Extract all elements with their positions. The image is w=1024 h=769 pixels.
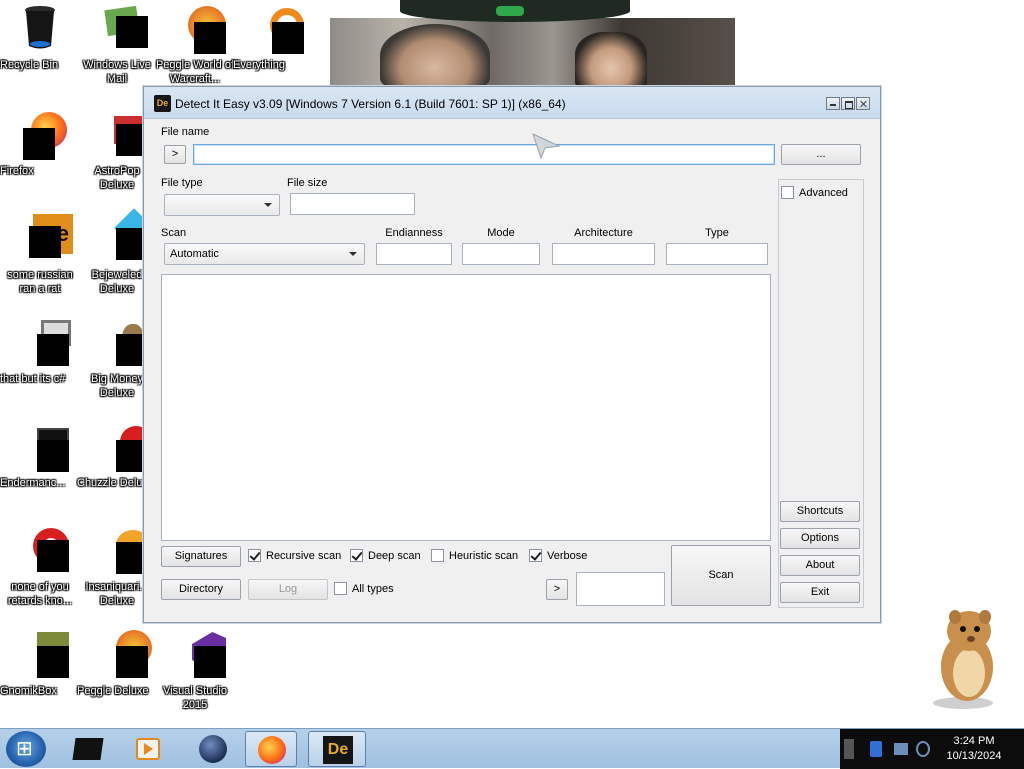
verbose-checkbox[interactable]: Verbose [529, 549, 587, 562]
file-size-field[interactable] [290, 193, 415, 215]
close-button[interactable] [856, 97, 870, 110]
chevron-down-icon [264, 203, 272, 207]
endianness-label: Endianness [385, 227, 443, 239]
mail-icon [100, 5, 148, 48]
cursor-icon [532, 133, 561, 160]
desktop-icon-gnomikbox[interactable]: GnomikBox [0, 630, 80, 697]
taskbar: De 3:24 PM 10/13/2024 [0, 728, 1024, 769]
architecture-label: Architecture [574, 227, 633, 239]
app-logo-icon: De [154, 95, 171, 112]
desktop-icon-visual-studio[interactable]: Visual Studio 2015 [155, 630, 235, 711]
taskbar-firefox-icon[interactable] [245, 731, 297, 767]
detect-it-easy-window[interactable]: De Detect It Easy v3.09 [Windows 7 Versi… [143, 86, 881, 623]
clock-time: 3:24 PM [953, 735, 995, 747]
volume-icon[interactable] [916, 741, 930, 757]
minimize-button[interactable] [826, 97, 840, 110]
log-button[interactable]: Log [248, 579, 328, 600]
architecture-field[interactable] [552, 243, 655, 265]
scan-button[interactable]: Scan [671, 545, 771, 606]
bejeweled-icon [100, 208, 154, 260]
desktop-icon-windows-live-mail[interactable]: Windows Live Mail [77, 5, 157, 85]
desktop-icon-peggle-wow[interactable]: Peggle World of Warcraft... [155, 6, 235, 85]
scan-label: Scan [161, 227, 187, 239]
desktop-icon-endermanch[interactable]: Endermanc... [0, 424, 80, 489]
taskbar-media-player-icon[interactable] [122, 731, 174, 767]
network-icon[interactable] [894, 743, 908, 755]
desktop-icon-russian-rat[interactable]: e some russian ran a rat [0, 214, 80, 295]
deep-scan-checkbox[interactable]: Deep scan [350, 549, 421, 562]
file-size-label: File size [287, 177, 328, 189]
results-area[interactable] [161, 274, 771, 541]
gnomikbox-icon [23, 630, 69, 678]
recursive-scan-checkbox[interactable]: Recursive scan [248, 549, 341, 562]
red-circle-icon [23, 528, 69, 572]
window-client: File name > ... File type File size Adva… [144, 119, 880, 622]
maximize-button[interactable] [841, 97, 855, 110]
options-button[interactable]: Options [780, 528, 860, 549]
desktop-icon-everything[interactable]: Everything [233, 6, 313, 71]
type-field[interactable] [666, 243, 768, 265]
about-button[interactable]: About [780, 555, 860, 576]
file-type-label: File type [161, 177, 203, 189]
wallpaper-face [575, 32, 647, 88]
fish-icon [100, 528, 150, 574]
hamster-mascot-icon [925, 605, 1005, 710]
start-button[interactable] [6, 731, 46, 767]
file-name-input[interactable] [193, 144, 775, 165]
astropop-icon [100, 112, 148, 156]
arrow-button[interactable]: > [546, 579, 568, 600]
visual-studio-icon [178, 630, 226, 678]
browse-button[interactable]: ... [781, 144, 861, 165]
peggle-icon [178, 6, 226, 54]
advanced-checkbox[interactable]: Advanced [781, 186, 848, 199]
desktop-icon-recycle-bin[interactable]: Recycle Bin [0, 6, 80, 71]
desktop-icon-none-of-you[interactable]: none of you retards kno... [0, 528, 80, 607]
shortcut-icon [23, 318, 71, 366]
endianness-field[interactable] [376, 243, 452, 265]
desktop-icon-that-but-csharp[interactable]: that but its c# [0, 318, 80, 385]
chevron-down-icon [349, 252, 357, 256]
heuristic-scan-checkbox[interactable]: Heuristic scan [431, 549, 518, 562]
exit-button[interactable]: Exit [780, 582, 860, 603]
desktop-icon-firefox[interactable]: Firefox [0, 112, 80, 177]
wallpaper-photo [330, 18, 735, 88]
firefox-icon [23, 112, 67, 160]
directory-button[interactable]: Directory [161, 579, 241, 600]
bluetooth-icon[interactable] [870, 741, 882, 757]
clock[interactable]: 3:24 PM 10/13/2024 [935, 734, 1013, 764]
file-name-label: File name [161, 126, 210, 138]
clock-date: 10/13/2024 [946, 750, 1002, 762]
window-app-icon [23, 424, 69, 472]
progress-field [576, 572, 665, 606]
money-bag-icon [100, 318, 148, 366]
detect-it-easy-shortcut-icon: e [23, 214, 73, 258]
all-types-checkbox[interactable]: All types [334, 582, 394, 595]
peggle-icon [100, 630, 152, 678]
scan-mode-select[interactable]: Automatic [164, 243, 365, 265]
type-label: Type [705, 227, 729, 239]
taskbar-globe-icon[interactable] [187, 731, 239, 767]
go-button[interactable]: > [164, 145, 186, 164]
taskbar-detect-it-easy-icon[interactable]: De [308, 731, 366, 767]
window-title: Detect It Easy v3.09 [Windows 7 Version … [175, 97, 566, 111]
signatures-button[interactable]: Signatures [161, 546, 241, 567]
wallpaper-face [380, 24, 490, 86]
title-bar[interactable]: De Detect It Easy v3.09 [Windows 7 Versi… [144, 87, 880, 119]
shortcuts-button[interactable]: Shortcuts [780, 501, 860, 522]
everything-icon [256, 6, 304, 54]
show-hidden-icons-button[interactable] [844, 739, 854, 759]
recycle-bin-icon [23, 6, 57, 49]
mode-field[interactable] [462, 243, 540, 265]
top-widget [400, 0, 630, 22]
mode-label: Mode [487, 227, 515, 239]
file-type-select[interactable] [164, 194, 280, 216]
desktop-icon-peggle-deluxe[interactable]: Peggle Deluxe [77, 630, 157, 697]
taskbar-console-icon[interactable] [62, 731, 114, 767]
chuzzle-icon [100, 424, 152, 472]
